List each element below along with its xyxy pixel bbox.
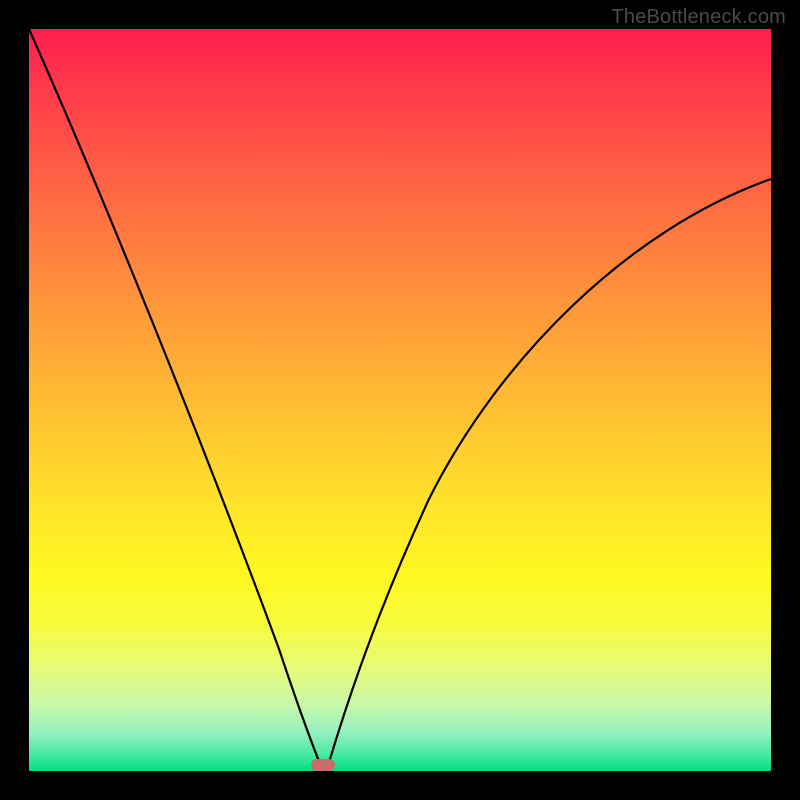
watermark-text: TheBottleneck.com [611, 6, 786, 29]
bottleneck-marker [311, 759, 335, 771]
bottleneck-curve [29, 29, 771, 771]
plot-area [29, 29, 771, 771]
